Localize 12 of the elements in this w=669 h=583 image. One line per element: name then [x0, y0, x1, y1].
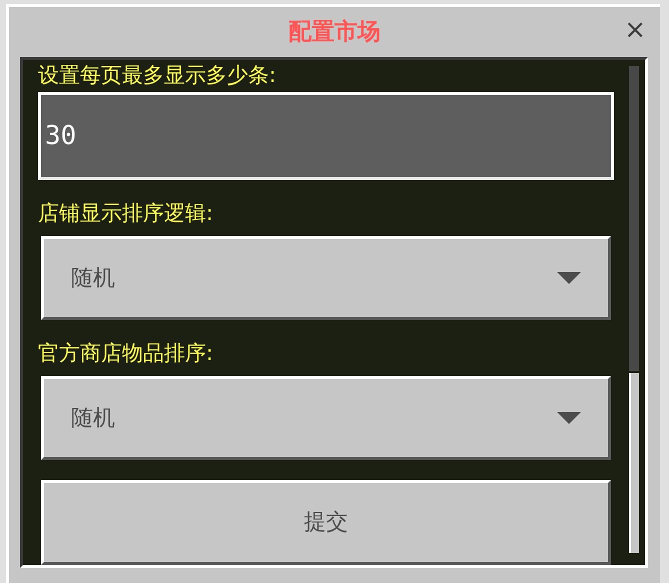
close-button[interactable]: ×: [624, 17, 646, 43]
dropdown[interactable]: 随机: [41, 376, 611, 460]
field-label: 设置每页最多显示多少条:: [37, 62, 278, 88]
input-field[interactable]: 30: [38, 92, 614, 180]
dropdown-arrow-icon: [557, 272, 581, 284]
dropdown-arrow-icon: [557, 412, 581, 424]
submit-button[interactable]: 提交: [41, 480, 611, 565]
window-title: 配置市场: [288, 18, 380, 47]
field-label: 店铺显示排序逻辑:: [37, 200, 214, 226]
dropdown[interactable]: 随机: [41, 236, 611, 320]
field-label: 官方商店物品排序:: [37, 340, 214, 366]
scrollbar[interactable]: [629, 66, 639, 553]
